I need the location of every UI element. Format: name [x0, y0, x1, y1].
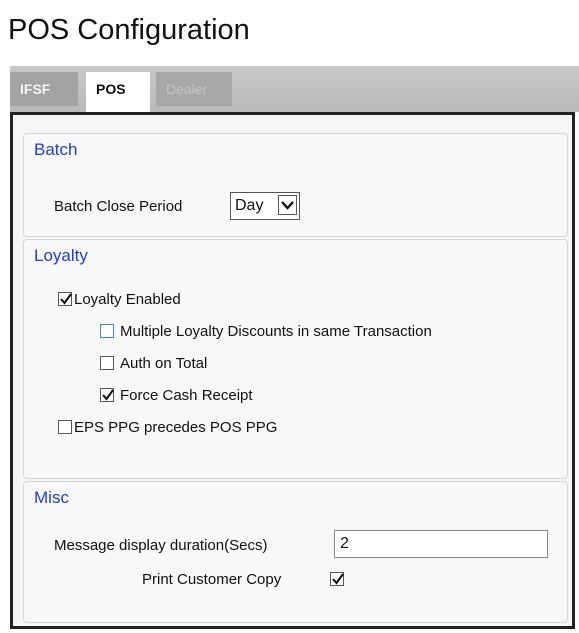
checkmark-icon — [60, 293, 72, 305]
loyalty-enabled-checkbox[interactable] — [58, 292, 72, 306]
message-duration-label: Message display duration(Secs) — [54, 537, 268, 554]
batch-close-period-label: Batch Close Period — [54, 198, 183, 215]
config-panel: Batch Batch Close Period Day Loyalty Loy… — [10, 112, 575, 629]
eps-ppg-label: EPS PPG precedes POS PPG — [74, 419, 278, 436]
checkmark-icon — [332, 573, 344, 585]
batch-legend: Batch — [34, 140, 78, 159]
tab-pos[interactable]: POS — [86, 72, 150, 112]
chevron-down-icon[interactable] — [278, 195, 297, 215]
loyalty-legend: Loyalty — [34, 246, 88, 265]
auth-on-total-label: Auth on Total — [120, 355, 208, 372]
multiple-loyalty-discounts-checkbox[interactable] — [100, 324, 114, 338]
auth-on-total-checkbox[interactable] — [100, 356, 114, 370]
multiple-loyalty-discounts-label: Multiple Loyalty Discounts in same Trans… — [120, 323, 432, 340]
force-cash-receipt-checkbox[interactable] — [100, 388, 114, 402]
misc-group: Misc Message display duration(Secs) 2 Pr… — [23, 481, 568, 623]
eps-ppg-checkbox[interactable] — [58, 420, 72, 434]
loyalty-group: Loyalty Loyalty Enabled Multiple Loyalty… — [23, 239, 568, 479]
tab-dealer[interactable]: Dealer — [156, 72, 232, 106]
tab-ifsf[interactable]: IFSF — [10, 72, 78, 106]
misc-legend: Misc — [34, 488, 69, 507]
checkmark-icon — [102, 389, 114, 401]
page-title: POS Configuration — [8, 14, 250, 46]
batch-close-period-select[interactable]: Day — [230, 192, 300, 220]
loyalty-enabled-label: Loyalty Enabled — [74, 291, 181, 308]
tab-bar: IFSF POS Dealer — [10, 66, 579, 112]
print-customer-copy-label: Print Customer Copy — [142, 571, 282, 588]
print-customer-copy-checkbox[interactable] — [330, 572, 344, 586]
batch-close-period-value: Day — [235, 197, 264, 214]
force-cash-receipt-label: Force Cash Receipt — [120, 387, 253, 404]
batch-group: Batch Batch Close Period Day — [23, 133, 568, 237]
message-duration-value: 2 — [340, 535, 349, 552]
message-duration-input[interactable]: 2 — [334, 530, 548, 558]
